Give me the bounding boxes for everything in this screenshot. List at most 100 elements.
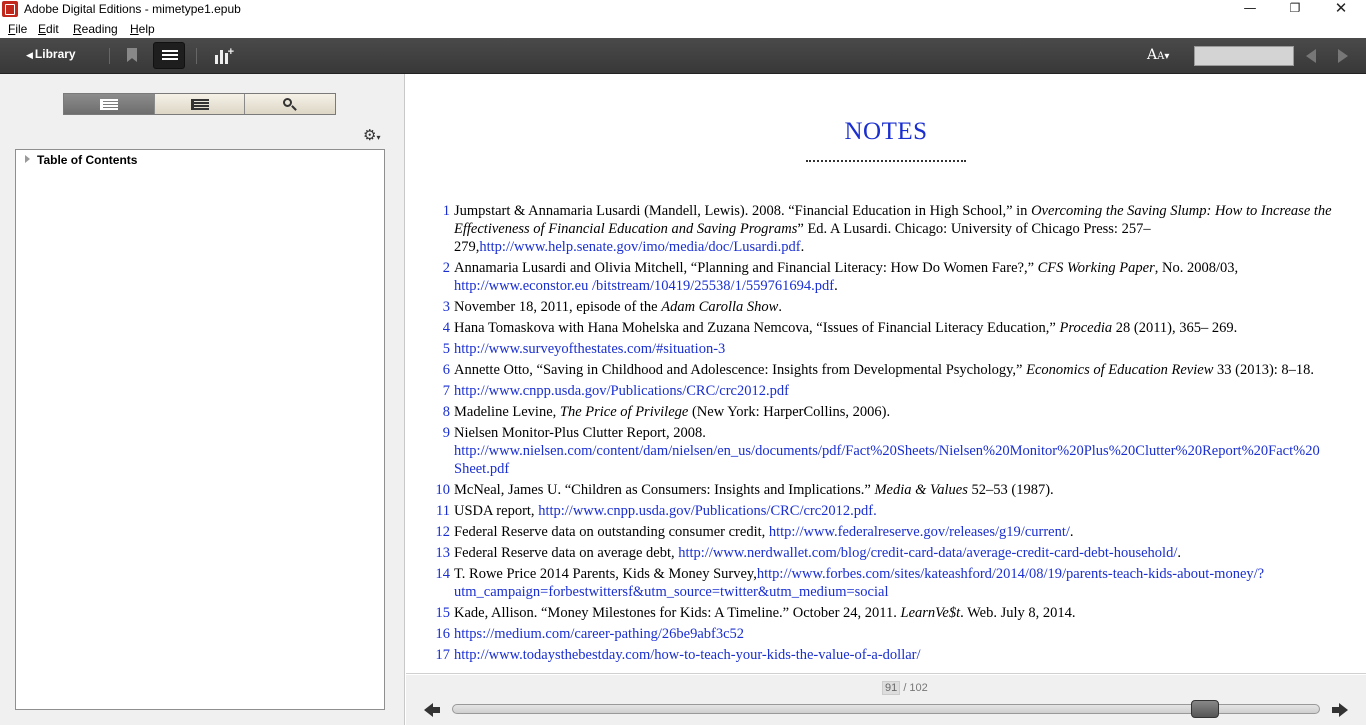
next-result-icon[interactable]: [1338, 49, 1348, 63]
toolbar-divider: [109, 48, 110, 64]
note-link[interactable]: http://www.nerdwallet.com/blog/credit-ca…: [678, 545, 1177, 561]
toolbar: ◀ Library + AA▾: [0, 38, 1366, 74]
bookmark-list-icon: [190, 99, 209, 110]
note-item: 1 Jumpstart & Annamaria Lusardi (Mandell,…: [430, 202, 1340, 256]
note-number[interactable]: 9: [430, 424, 450, 442]
note-number[interactable]: 14: [430, 565, 451, 583]
font-size-large-glyph: A: [1147, 47, 1158, 63]
previous-result-icon[interactable]: [1306, 49, 1316, 63]
expand-triangle-icon[interactable]: [25, 155, 30, 163]
note-number[interactable]: 1: [430, 202, 450, 220]
note-link[interactable]: http://www.econstor.eu /bitstream/10419/…: [454, 278, 834, 294]
note-item: 2 Annamaria Lusardi and Olivia Mitchell, …: [430, 259, 1340, 295]
note-text: Jumpstart & Annamaria Lusardi (Mandell, …: [454, 203, 1032, 219]
note-text: .: [1177, 545, 1181, 561]
note-item: 10 McNeal, James U. “Children as Consumer…: [430, 481, 1340, 499]
note-number[interactable]: 17: [430, 646, 451, 664]
note-link[interactable]: http://www.nielsen.com/content/dam/niels…: [454, 443, 1320, 477]
note-item: 13 Federal Reserve data on average debt, …: [430, 544, 1340, 562]
menu-edit[interactable]: Edit: [38, 22, 59, 36]
notes-list: 1 Jumpstart & Annamaria Lusardi (Mandell,…: [430, 202, 1340, 667]
note-title-italic: LearnVe$t: [900, 605, 961, 621]
note-number[interactable]: 5: [430, 340, 450, 358]
note-title-italic: The Price of Privilege: [559, 404, 689, 420]
search-icon: [283, 98, 293, 107]
note-number[interactable]: 10: [430, 481, 451, 499]
note-title-italic: Economics of Education Review: [1026, 362, 1214, 378]
note-item: 16 https://medium.com/career-pathing/26be…: [430, 625, 1340, 643]
menu-bar: File Edit Reading Help: [0, 20, 1366, 39]
window-title: Adobe Digital Editions - mimetype1.epub: [24, 2, 241, 16]
note-number[interactable]: 11: [430, 502, 450, 520]
page-slider-thumb[interactable]: [1191, 700, 1220, 718]
note-item: 5 http://www.surveyofthestates.com/#situa…: [430, 340, 1340, 358]
note-link[interactable]: http://www.todaysthebestday.com/how-to-t…: [454, 647, 921, 663]
note-title-italic: Procedia: [1059, 320, 1113, 336]
menu-help[interactable]: Help: [130, 22, 155, 36]
search-view-tab[interactable]: [245, 94, 336, 114]
menu-reading[interactable]: Reading: [73, 22, 118, 36]
note-link[interactable]: http://www.cnpp.usda.gov/Publications/CR…: [454, 383, 789, 399]
library-button[interactable]: ◀ Library: [26, 47, 76, 61]
note-number[interactable]: 7: [430, 382, 450, 400]
toc-view-tab[interactable]: [64, 94, 155, 114]
note-title-italic: Adam Carolla Show: [661, 299, 779, 315]
note-link[interactable]: http://www.federalreserve.gov/releases/g…: [769, 524, 1070, 540]
note-item: 9 Nielsen Monitor-Plus Clutter Report, 20…: [430, 424, 1340, 478]
note-link[interactable]: http://www.surveyofthestates.com/#situat…: [454, 341, 725, 357]
maximize-button[interactable]: ❐: [1272, 0, 1318, 19]
note-link[interactable]: http://www.help.senate.gov/imo/media/doc…: [479, 239, 800, 255]
note-text: Federal Reserve data on outstanding cons…: [454, 524, 769, 540]
note-text: Annamaria Lusardi and Olivia Mitchell, “…: [454, 260, 1038, 276]
bookmarks-view-tab[interactable]: [154, 94, 246, 114]
note-title-italic: CFS Working Paper: [1037, 260, 1155, 276]
note-item: 6 Annette Otto, “Saving in Childhood and …: [430, 361, 1340, 379]
next-page-icon[interactable]: [1332, 701, 1348, 717]
note-text: Kade, Allison. “Money Milestones for Kid…: [454, 605, 901, 621]
note-link[interactable]: http://www.cnpp.usda.gov/Publications/CR…: [538, 503, 877, 519]
toc-tree: Table of Contents: [15, 149, 385, 710]
note-title-italic: Media & Values: [874, 482, 968, 498]
search-input[interactable]: [1194, 46, 1294, 66]
note-number[interactable]: 2: [430, 259, 450, 277]
page-title: NOTES: [844, 118, 928, 145]
note-text: , No. 2008/03,: [1154, 260, 1239, 276]
title-divider: [806, 160, 966, 162]
back-arrow-icon: ◀: [26, 50, 33, 60]
note-number[interactable]: 6: [430, 361, 450, 379]
note-number[interactable]: 4: [430, 319, 450, 337]
add-chart-icon[interactable]: +: [215, 46, 234, 64]
toc-toggle-button[interactable]: [153, 42, 185, 69]
note-text: .: [778, 299, 782, 315]
gear-icon[interactable]: ⚙▾: [363, 126, 380, 144]
minimize-button[interactable]: —: [1227, 0, 1273, 19]
note-item: 8 Madeline Levine, The Price of Privilege…: [430, 403, 1340, 421]
note-text: McNeal, James U. “Children as Consumers:…: [454, 482, 875, 498]
toc-list-icon: [100, 99, 118, 110]
previous-page-icon[interactable]: [424, 701, 440, 717]
note-text: 28 (2011), 365– 269.: [1112, 320, 1238, 336]
page-slider-track[interactable]: [452, 704, 1320, 714]
note-number[interactable]: 8: [430, 403, 450, 421]
note-number[interactable]: 13: [430, 544, 451, 562]
current-page-field[interactable]: 91: [882, 681, 901, 695]
note-item: 11 USDA report, http://www.cnpp.usda.gov/…: [430, 502, 1340, 520]
sidebar: ⚙▾ Table of Contents: [0, 74, 405, 725]
menu-file[interactable]: File: [8, 22, 27, 36]
note-number[interactable]: 15: [430, 604, 451, 622]
title-bar: Adobe Digital Editions - mimetype1.epub …: [0, 0, 1366, 19]
close-button[interactable]: ✕: [1318, 0, 1364, 19]
reading-pane: NOTES 1 Jumpstart & Annamaria Lusardi (Ma…: [406, 74, 1366, 674]
note-link[interactable]: https://medium.com/career-pathing/26be9a…: [454, 626, 744, 642]
note-item: 3 November 18, 2011, episode of the Adam …: [430, 298, 1340, 316]
note-number[interactable]: 3: [430, 298, 450, 316]
note-number[interactable]: 12: [430, 523, 451, 541]
note-item: 17 http://www.todaysthebestday.com/how-to…: [430, 646, 1340, 664]
bookmark-icon[interactable]: [127, 48, 137, 62]
toc-root-item[interactable]: Table of Contents: [37, 153, 137, 167]
note-text: . Web. July 8, 2014.: [960, 605, 1076, 621]
font-size-button[interactable]: AA▾: [1147, 47, 1169, 63]
note-number[interactable]: 16: [430, 625, 451, 643]
note-text: .: [800, 239, 805, 255]
note-item: 14 T. Rowe Price 2014 Parents, Kids & Mon…: [430, 565, 1340, 601]
